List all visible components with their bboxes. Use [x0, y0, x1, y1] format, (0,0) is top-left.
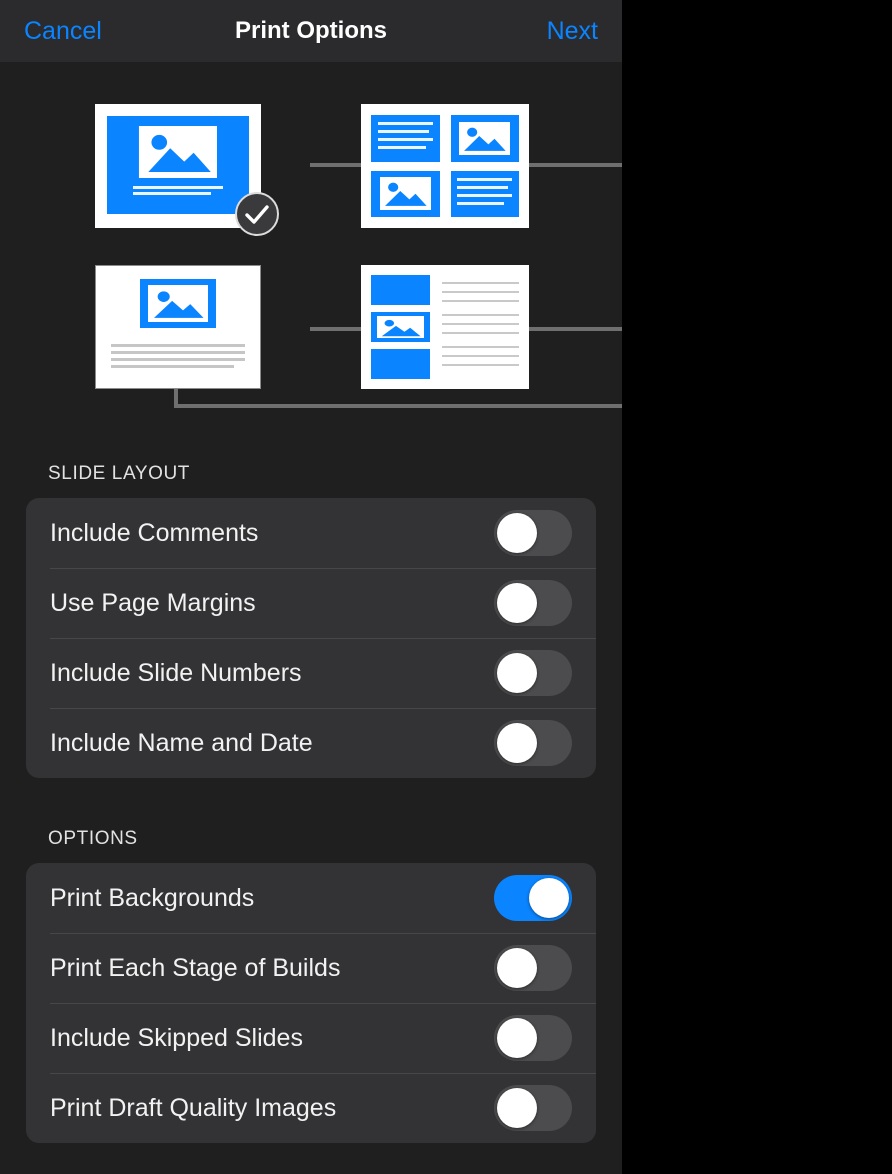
grid-cell-text: [450, 170, 519, 217]
handout-note-lines: [442, 275, 519, 379]
navigation-bar: Cancel Print Options Next: [0, 0, 622, 62]
grid-cell-image: [371, 170, 440, 217]
layout-option-four-up-grid[interactable]: [361, 104, 529, 228]
layout-option-handout-three-up[interactable]: [361, 265, 529, 389]
slide-preview: [107, 116, 249, 214]
toggle-knob: [497, 513, 537, 553]
section-header-slide-layout: SLIDE LAYOUT: [48, 463, 190, 484]
slide-preview: [140, 279, 216, 329]
toggle-include-slide-numbers[interactable]: [494, 650, 572, 696]
print-options-panel: Cancel Print Options Next SLIDE LAYOUT I…: [0, 0, 622, 1174]
toggle-knob: [497, 1018, 537, 1058]
layout-option-slide-only[interactable]: [95, 104, 279, 236]
row-label: Include Skipped Slides: [50, 1023, 303, 1052]
checkmark-icon: [235, 192, 279, 236]
row-use-page-margins[interactable]: Use Page Margins: [26, 568, 596, 638]
connector-line-notes-layout-horizontal: [174, 404, 622, 408]
section-header-options: OPTIONS: [48, 828, 138, 849]
row-label: Include Comments: [50, 518, 259, 547]
cancel-button[interactable]: Cancel: [24, 18, 102, 44]
row-print-backgrounds[interactable]: Print Backgrounds: [26, 863, 596, 933]
grid-preview: [371, 115, 519, 217]
row-include-name-and-date[interactable]: Include Name and Date: [26, 708, 596, 778]
row-label: Print Backgrounds: [50, 883, 255, 912]
toggle-use-page-margins[interactable]: [494, 580, 572, 626]
caption-lines: [132, 186, 224, 198]
row-print-each-stage-of-builds[interactable]: Print Each Stage of Builds: [26, 933, 596, 1003]
handout-slide-image: [371, 311, 431, 343]
toggle-knob: [497, 653, 537, 693]
layout-option-slide-with-notes[interactable]: [95, 265, 261, 389]
options-card: Print Backgrounds Print Each Stage of Bu…: [26, 863, 596, 1143]
row-label: Print Each Stage of Builds: [50, 953, 341, 982]
toggle-knob: [497, 583, 537, 623]
row-label: Print Draft Quality Images: [50, 1093, 337, 1122]
row-label: Use Page Margins: [50, 588, 256, 617]
row-label: Include Slide Numbers: [50, 658, 302, 687]
slide-layout-card: Include Comments Use Page Margins Includ…: [26, 498, 596, 778]
layout-thumbnail-area: [0, 62, 622, 434]
toggle-knob: [497, 723, 537, 763]
row-include-slide-numbers[interactable]: Include Slide Numbers: [26, 638, 596, 708]
row-include-comments[interactable]: Include Comments: [26, 498, 596, 568]
toggle-knob: [497, 948, 537, 988]
row-print-draft-quality-images[interactable]: Print Draft Quality Images: [26, 1073, 596, 1143]
handout-slide: [371, 275, 431, 306]
screen-root: Cancel Print Options Next SLIDE LAYOUT I…: [0, 0, 892, 1174]
row-include-skipped-slides[interactable]: Include Skipped Slides: [26, 1003, 596, 1073]
grid-cell-text: [371, 115, 440, 162]
toggle-print-draft-quality-images[interactable]: [494, 1085, 572, 1131]
toggle-knob: [529, 878, 569, 918]
notes-lines: [110, 344, 246, 372]
grid-cell-image: [450, 115, 519, 162]
toggle-print-backgrounds[interactable]: [494, 875, 572, 921]
image-placeholder-icon: [138, 125, 218, 178]
toggle-knob: [497, 1088, 537, 1128]
toggle-include-name-and-date[interactable]: [494, 720, 572, 766]
toggle-include-comments[interactable]: [494, 510, 572, 556]
toggle-include-skipped-slides[interactable]: [494, 1015, 572, 1061]
row-label: Include Name and Date: [50, 728, 313, 757]
toggle-print-each-stage-of-builds[interactable]: [494, 945, 572, 991]
next-button[interactable]: Next: [547, 18, 598, 44]
handout-slide: [371, 348, 431, 379]
handout-preview: [371, 275, 519, 379]
